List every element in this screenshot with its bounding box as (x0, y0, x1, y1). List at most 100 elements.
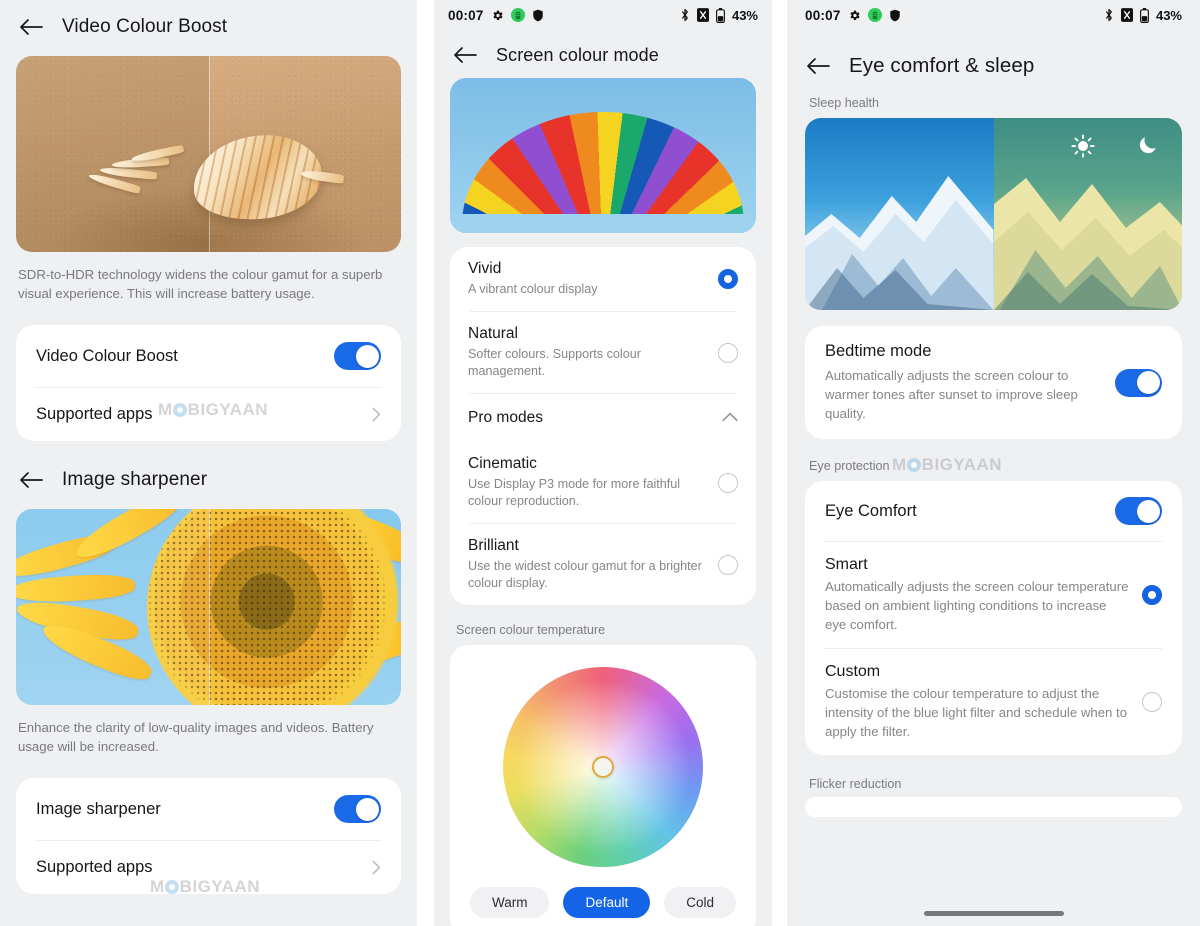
radio-custom[interactable] (1142, 692, 1162, 712)
status-time: 00:07 (805, 7, 841, 23)
row-eye-comfort[interactable]: Eye Comfort (805, 481, 1182, 541)
page-title: Video Colour Boost (62, 16, 228, 37)
image-sharpener-description: Enhance the clarity of low-quality image… (18, 720, 374, 754)
option-brilliant[interactable]: Brilliant Use the widest colour gamut fo… (450, 524, 756, 605)
row-supported-apps[interactable]: Supported apps (16, 841, 401, 894)
bedtime-mode-card: Bedtime mode Automatically adjusts the s… (805, 326, 1182, 439)
three-screenshot-collage: Video Colour Boost SDR-to-HDR technology… (0, 0, 1200, 926)
flicker-reduction-label: Flicker reduction (809, 777, 902, 791)
option-title: Smart (825, 556, 868, 573)
bluetooth-icon (680, 8, 690, 22)
eye-comfort-toggle[interactable] (1115, 497, 1162, 525)
home-indicator[interactable] (923, 911, 1064, 916)
battery-icon (716, 7, 725, 23)
header-eye-comfort: Eye comfort & sleep (787, 30, 1200, 96)
screen-colour-temperature-label: Screen colour temperature (456, 623, 606, 637)
no-sim-icon (1120, 8, 1133, 22)
sleep-health-preview-image (805, 118, 1182, 310)
screen-colour-mode-preview-image (450, 78, 756, 233)
row-label: Video Colour Boost (36, 346, 178, 365)
radio-smart[interactable] (1142, 585, 1162, 605)
status-bar: 00:07 43% (434, 0, 772, 30)
back-arrow-icon[interactable] (452, 44, 478, 66)
battery-percentage: 43% (1155, 7, 1182, 23)
colour-temperature-card: Warm Default Cold (450, 645, 756, 926)
row-supported-apps[interactable]: Supported apps (16, 388, 401, 441)
temp-button-default[interactable]: Default (563, 887, 651, 918)
pro-modes-expander[interactable]: Pro modes (450, 394, 756, 442)
temp-button-cold[interactable]: Cold (664, 887, 737, 918)
colour-temperature-wheel[interactable] (503, 667, 703, 867)
image-sharpener-toggle[interactable] (334, 795, 381, 823)
radio-cinematic[interactable] (718, 472, 738, 493)
video-colour-boost-card: Video Colour Boost Supported apps (16, 325, 401, 441)
gear-icon (848, 9, 861, 22)
option-vivid[interactable]: Vivid A vibrant colour display (450, 247, 756, 311)
option-title: Brilliant (468, 537, 519, 554)
colour-wheel-handle[interactable] (592, 756, 614, 778)
chevron-up-icon[interactable] (722, 409, 738, 427)
video-colour-boost-preview-image (16, 56, 401, 252)
eye-protection-card: Eye Comfort Smart Automatically adjusts … (805, 481, 1182, 755)
page-title: Image sharpener (62, 469, 208, 490)
header-video-colour-boost: Video Colour Boost (0, 0, 417, 52)
back-arrow-icon[interactable] (18, 16, 44, 38)
battery-percentage: 43% (731, 7, 758, 23)
row-label: Image sharpener (36, 799, 161, 818)
radio-brilliant[interactable] (718, 554, 738, 575)
option-subtitle: Automatically adjusts the screen colour … (825, 579, 1129, 632)
option-title: Cinematic (468, 455, 537, 472)
header-image-sharpener: Image sharpener (0, 441, 417, 505)
image-sharpener-preview-image (16, 509, 401, 705)
no-sim-icon (696, 8, 709, 22)
option-subtitle: Customise the colour temperature to adju… (825, 686, 1128, 739)
screen-eye-comfort-and-sleep: 00:07 43% Eye comfort & sleep Sleep heal… (787, 0, 1200, 926)
gear-icon (491, 9, 504, 22)
option-subtitle: Softer colours. Supports colour manageme… (468, 347, 641, 378)
option-title: Vivid (468, 260, 502, 277)
radio-vivid[interactable] (718, 269, 738, 289)
radio-natural[interactable] (718, 342, 738, 363)
back-arrow-icon[interactable] (805, 55, 831, 77)
option-smart[interactable]: Smart Automatically adjusts the screen c… (805, 542, 1182, 648)
row-video-colour-boost[interactable]: Video Colour Boost (16, 325, 401, 387)
screen-video-colour-boost: Video Colour Boost SDR-to-HDR technology… (0, 0, 417, 926)
panel-gap (772, 0, 787, 926)
row-image-sharpener[interactable]: Image sharpener (16, 778, 401, 840)
row-bedtime-mode[interactable]: Bedtime mode Automatically adjusts the s… (805, 326, 1182, 439)
pro-modes-label: Pro modes (468, 409, 543, 426)
header-screen-colour-mode: Screen colour mode (434, 30, 772, 78)
chevron-right-icon (372, 407, 381, 422)
page-title: Eye comfort & sleep (849, 54, 1035, 77)
screen-screen-colour-mode: 00:07 43% Screen colour mode Vivid A vib… (434, 0, 772, 926)
moon-icon (1137, 134, 1159, 161)
temp-button-warm[interactable]: Warm (469, 887, 550, 918)
shield-icon (889, 9, 901, 22)
bedtime-mode-toggle[interactable] (1115, 368, 1162, 397)
bedtime-mode-subtitle: Automatically adjusts the screen colour … (825, 368, 1078, 421)
option-subtitle: A vibrant colour display (468, 282, 598, 296)
flicker-reduction-card (805, 797, 1182, 817)
sleep-health-label: Sleep health (809, 96, 880, 110)
back-arrow-icon[interactable] (18, 469, 44, 491)
eye-comfort-label: Eye Comfort (825, 501, 917, 520)
conch-shell-illustration (88, 129, 344, 226)
option-custom[interactable]: Custom Customise the colour temperature … (805, 649, 1182, 755)
temperature-preset-buttons: Warm Default Cold (466, 887, 740, 918)
chevron-right-icon (372, 860, 381, 875)
option-natural[interactable]: Natural Softer colours. Supports colour … (450, 312, 756, 393)
eye-protection-label: Eye protection (809, 459, 890, 473)
row-label: Supported apps (36, 405, 153, 423)
status-time: 00:07 (448, 7, 484, 23)
green-app-icon (510, 8, 525, 22)
option-cinematic[interactable]: Cinematic Use Display P3 mode for more f… (450, 442, 756, 523)
daytime-half (805, 118, 994, 310)
page-title: Screen colour mode (496, 44, 659, 65)
video-colour-boost-toggle[interactable] (334, 342, 381, 370)
video-colour-boost-description: SDR-to-HDR technology widens the colour … (18, 267, 383, 301)
option-subtitle: Use the widest colour gamut for a bright… (468, 559, 702, 590)
row-label: Supported apps (36, 858, 153, 876)
option-title: Custom (825, 663, 881, 680)
green-app-icon (867, 8, 882, 22)
image-sharpener-card: Image sharpener Supported apps (16, 778, 401, 894)
